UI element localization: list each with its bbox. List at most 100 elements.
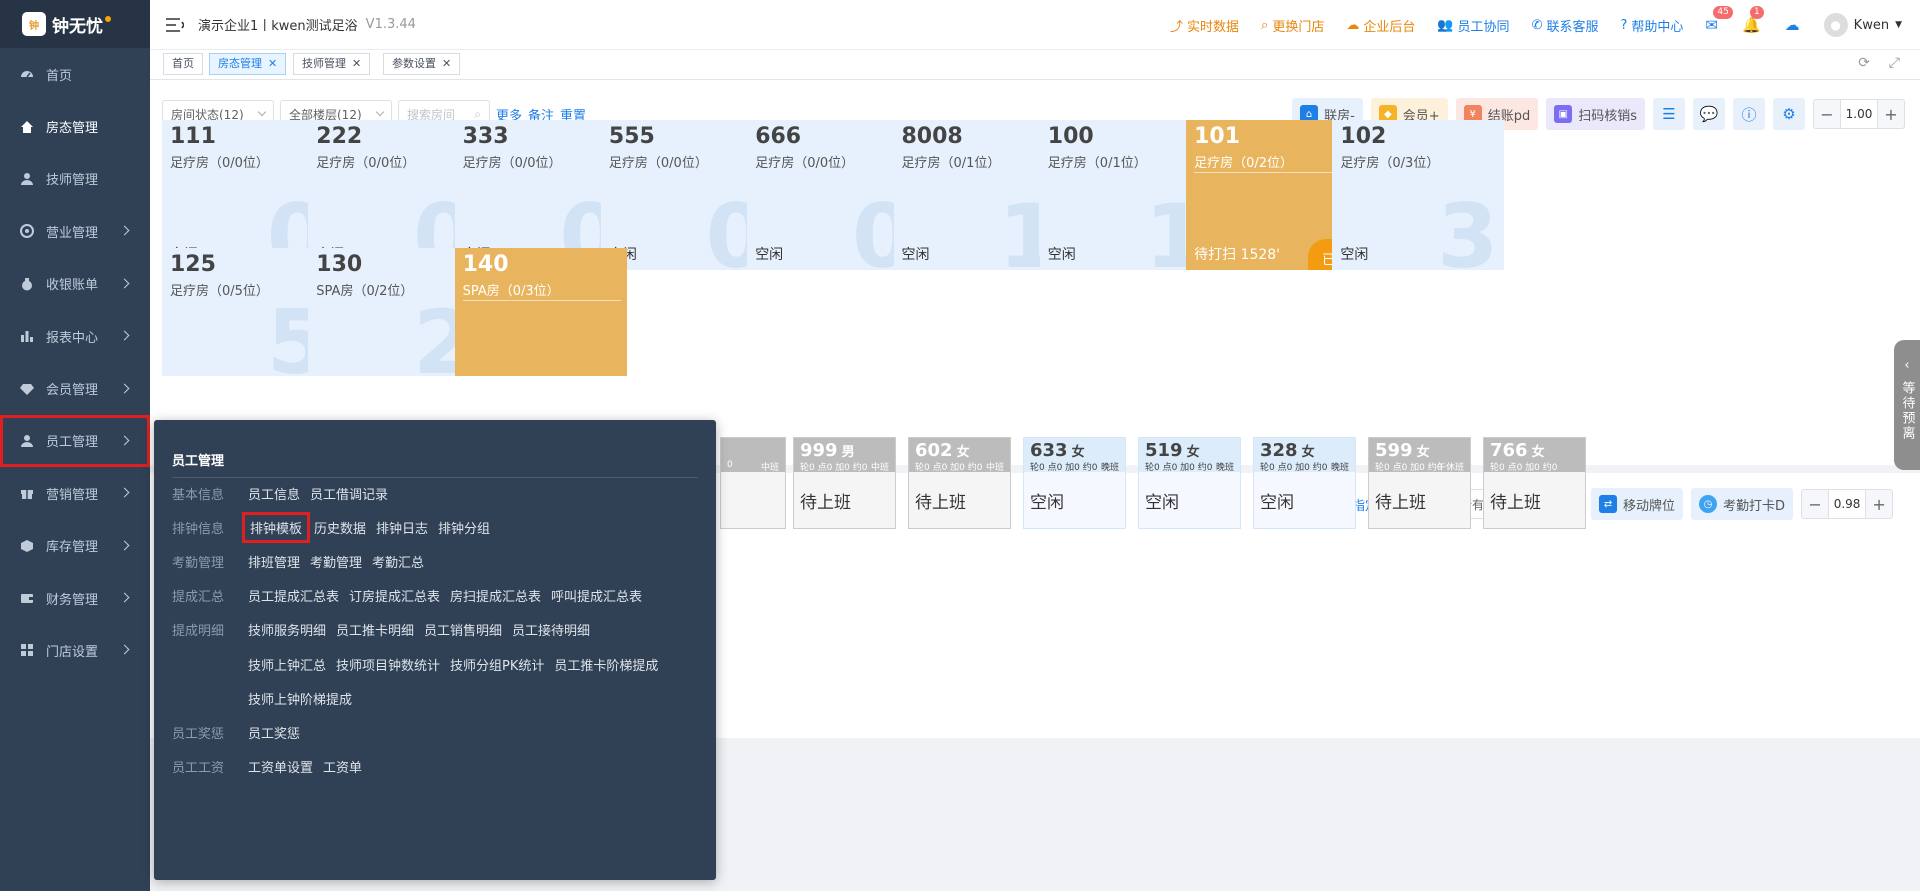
- sidebar-item-finance[interactable]: 财务管理: [0, 572, 150, 624]
- flyout-menu-item[interactable]: 技师上钟汇总: [248, 655, 326, 674]
- zoom-value[interactable]: 0.98: [1828, 490, 1867, 518]
- flyout-menu-item[interactable]: 工资单设置: [248, 757, 313, 776]
- close-icon[interactable]: ✕: [352, 57, 361, 70]
- help-icon: ?: [1620, 17, 1628, 33]
- sidebar-item-inventory[interactable]: 库存管理: [0, 520, 150, 572]
- waiting-checkout-tab[interactable]: ‹ 等待预离: [1894, 340, 1920, 470]
- technician-card[interactable]: 599 女轮0 点0 加0 约0 午休班 待上班: [1368, 437, 1471, 529]
- settings-button[interactable]: ⚙: [1773, 98, 1805, 130]
- room-card[interactable]: 140 SPA房（0/3位）: [454, 248, 627, 376]
- chevron-down-icon: [375, 107, 385, 117]
- flyout-menu-item[interactable]: 员工推卡明细: [336, 620, 414, 639]
- tab-technician[interactable]: 技师管理 ✕: [293, 53, 371, 75]
- tech-zoom-stepper[interactable]: −0.98 +: [1801, 489, 1894, 519]
- sidebar-item-home[interactable]: 首页: [0, 48, 150, 100]
- sidebar-item-reports[interactable]: 报表中心: [0, 310, 150, 362]
- flyout-menu-item[interactable]: 订房提成汇总表: [349, 586, 440, 605]
- plus-button[interactable]: +: [1878, 105, 1904, 124]
- flyout-menu-item[interactable]: 技师上钟阶梯提成: [248, 689, 352, 708]
- sidebar-item-label: 报表中心: [46, 330, 99, 346]
- flyout-menu-item[interactable]: 工资单: [323, 757, 362, 776]
- technician-card[interactable]: 766 女轮0 点0 加0 约0 待上班: [1483, 437, 1586, 529]
- sidebar-item-technician[interactable]: 技师管理: [0, 153, 150, 205]
- minus-button[interactable]: −: [1802, 495, 1828, 514]
- technician-card[interactable]: 0 中班: [720, 437, 786, 529]
- flyout-category: 员工奖惩: [172, 726, 225, 742]
- flyout-menu-item[interactable]: 员工接待明细: [512, 620, 590, 639]
- tab-room-status[interactable]: 房态管理 ✕: [209, 53, 287, 75]
- notification-button[interactable]: 🔔 1: [1742, 6, 1764, 34]
- move-position-button[interactable]: ⇄ 移动牌位: [1591, 488, 1684, 520]
- flyout-menu-item[interactable]: 排钟日志: [376, 518, 428, 537]
- flyout-menu-item[interactable]: 房扫提成汇总表: [450, 586, 541, 605]
- flyout-menu-item[interactable]: 员工提成汇总表: [248, 586, 339, 605]
- enterprise-backend-link[interactable]: ☁ 企业后台: [1346, 16, 1415, 35]
- room-zoom-stepper[interactable]: −1.00 +: [1813, 99, 1905, 129]
- tab-params[interactable]: 参数设置 ✕: [383, 53, 461, 75]
- cloud-button[interactable]: ☁: [1785, 16, 1800, 34]
- contact-support-link[interactable]: ✆ 联系客服: [1532, 16, 1599, 35]
- room-card[interactable]: 102 足疗房（0/3位） 3 空闲: [1332, 120, 1505, 270]
- flyout-menu-item[interactable]: 员工推卡阶梯提成: [554, 655, 658, 674]
- fullscreen-icon[interactable]: ⤢: [1889, 55, 1900, 71]
- close-icon[interactable]: ✕: [442, 57, 451, 70]
- plus-button[interactable]: +: [1866, 495, 1892, 514]
- room-type: 足疗房（0/0位）: [608, 156, 708, 171]
- technician-card[interactable]: 328 女轮0 点0 加0 约0 晚班 空闲: [1253, 437, 1356, 529]
- flyout-menu-item[interactable]: 历史数据: [314, 518, 366, 537]
- tech-num: 602: [915, 440, 953, 461]
- flyout-menu-item[interactable]: 排钟分组: [438, 518, 490, 537]
- flyout-menu-item[interactable]: 考勤管理: [310, 552, 362, 571]
- flyout-menu-item[interactable]: 员工信息: [248, 484, 300, 503]
- zoom-value[interactable]: 1.00: [1840, 100, 1878, 128]
- staff-collab-link[interactable]: 👥 员工协同: [1437, 16, 1509, 35]
- logo[interactable]: 钟 钟无忧: [0, 0, 150, 48]
- room-type: 足疗房（0/0位）: [170, 156, 269, 171]
- list-view-button[interactable]: ☰: [1653, 98, 1685, 130]
- sidebar-item-business[interactable]: 营业管理: [0, 205, 150, 257]
- tab-label: 参数设置: [392, 57, 436, 70]
- flyout-menu-item[interactable]: 呼叫提成汇总表: [551, 586, 642, 605]
- flyout-menu-item[interactable]: 技师项目钟数统计: [336, 655, 440, 674]
- user-menu[interactable]: ● Kwen ▼: [1823, 13, 1902, 37]
- sidebar-item-cashier[interactable]: 收银账单: [0, 258, 150, 310]
- bar-chart-icon: [20, 329, 34, 343]
- room-seat-count: 3: [1437, 185, 1499, 270]
- minus-button[interactable]: −: [1814, 105, 1840, 124]
- sidebar-item-room-status[interactable]: 房态管理: [0, 100, 150, 152]
- info-button[interactable]: ⓘ: [1733, 98, 1765, 130]
- flyout-menu-item[interactable]: 员工奖惩: [248, 723, 300, 742]
- close-icon[interactable]: ✕: [268, 57, 277, 70]
- room-number: 666: [755, 124, 802, 149]
- sidebar-item-marketing[interactable]: 营销管理: [0, 467, 150, 519]
- technician-card[interactable]: 519 女轮0 点0 加0 约0 晚班 空闲: [1138, 437, 1241, 529]
- technician-card[interactable]: 602 女轮0 点0 加0 约0 中班 待上班: [908, 437, 1011, 529]
- flyout-menu-item[interactable]: 排班管理: [248, 552, 300, 571]
- room-number: 100: [1047, 124, 1094, 149]
- flyout-menu-item[interactable]: 技师服务明细: [248, 620, 326, 639]
- flyout-menu-item[interactable]: 员工借调记录: [310, 484, 388, 503]
- realtime-data-link[interactable]: ⤴ 实时数据: [1170, 16, 1239, 35]
- technician-stats: 轮0 点0 加0 约0: [1030, 463, 1098, 473]
- hamburger-icon[interactable]: [166, 17, 184, 32]
- refresh-icon[interactable]: ⟳: [1858, 55, 1870, 71]
- scan-verify-button[interactable]: ▣ 扫码核销s: [1546, 98, 1645, 130]
- flyout-menu-item[interactable]: 技师分组PK统计: [450, 655, 544, 674]
- switch-store-link[interactable]: ⌕ 更换门店: [1261, 16, 1324, 35]
- chat-button[interactable]: 💬: [1693, 98, 1725, 130]
- flyout-menu-item[interactable]: 排钟模板: [241, 511, 311, 543]
- mail-button[interactable]: ✉ 45: [1705, 6, 1733, 34]
- flyout-menu-item[interactable]: 考勤汇总: [372, 552, 424, 571]
- flyout-menu-item[interactable]: 员工销售明细: [424, 620, 502, 639]
- sidebar-item-member[interactable]: 会员管理: [0, 362, 150, 414]
- technician-card[interactable]: 999 男轮0 点0 加0 约0 中班 待上班: [793, 437, 896, 529]
- sidebar-item-store-settings[interactable]: 门店设置: [0, 624, 150, 676]
- room-type: SPA房（0/3位）: [462, 284, 560, 299]
- help-center-link[interactable]: ? 帮助中心: [1620, 16, 1683, 35]
- clock-in-button[interactable]: ◷ 考勤打卡D: [1691, 488, 1794, 520]
- tab-home[interactable]: 首页: [163, 53, 203, 75]
- flyout-divider: [172, 477, 698, 478]
- gift-icon: [20, 486, 34, 500]
- sidebar-item-staff[interactable]: 员工管理: [0, 414, 150, 468]
- technician-card[interactable]: 633 女轮0 点0 加0 约0 晚班 空闲: [1023, 437, 1126, 529]
